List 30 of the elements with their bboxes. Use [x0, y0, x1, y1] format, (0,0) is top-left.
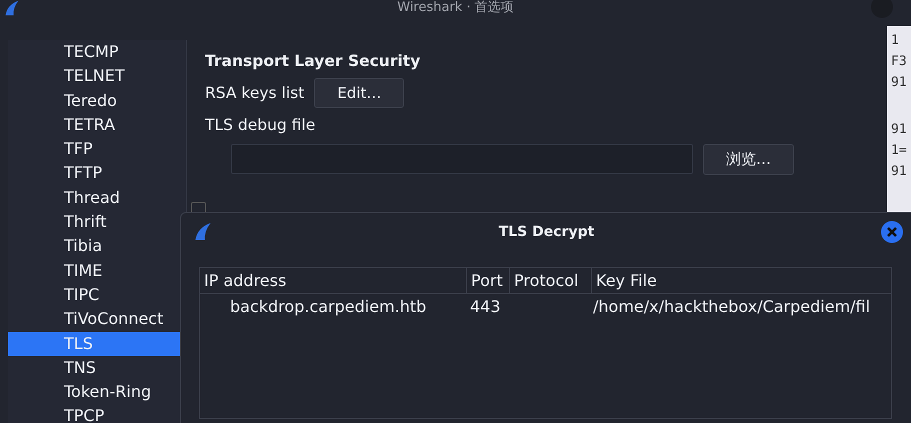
dialog-title: TLS Decrypt: [498, 224, 594, 240]
close-icon[interactable]: [881, 221, 903, 243]
background-text: 1: [890, 32, 900, 50]
protocol-item[interactable]: TETRA: [8, 112, 186, 138]
table-cell: 443: [470, 297, 501, 316]
column-header[interactable]: IP address: [200, 268, 467, 293]
column-header[interactable]: Protocol: [510, 268, 592, 293]
background-text: 91: [890, 163, 908, 181]
protocol-item[interactable]: TFP: [8, 137, 186, 162]
section-heading: Transport Layer Security: [205, 52, 422, 70]
protocol-item[interactable]: TECMP: [8, 40, 186, 64]
shark-fin-icon: [193, 222, 213, 241]
table-cell: /home/x/hackthebox/Carpediem/fil: [593, 297, 870, 316]
window-title: Wireshark · 首选项: [397, 0, 514, 16]
column-header[interactable]: Port: [467, 268, 510, 293]
browse-button[interactable]: 浏览…: [703, 144, 794, 175]
protocol-item[interactable]: Teredo: [8, 88, 186, 113]
edit-button[interactable]: Edit…: [314, 78, 404, 108]
column-header[interactable]: Key File: [592, 268, 891, 293]
background-text: 91: [890, 74, 908, 92]
protocol-item[interactable]: TFTP: [8, 161, 186, 186]
background-text: F3: [890, 53, 908, 71]
protocol-item[interactable]: Thread: [8, 186, 186, 210]
table-cell: backdrop.carpediem.htb: [230, 297, 426, 316]
protocol-item[interactable]: TELNET: [8, 64, 186, 89]
rsa-keys-label: RSA keys list: [205, 84, 304, 102]
debug-file-label: TLS debug file: [205, 116, 316, 134]
background-text: 1=: [890, 142, 908, 160]
debug-file-field[interactable]: [231, 144, 693, 174]
background-text: 91: [890, 121, 908, 139]
